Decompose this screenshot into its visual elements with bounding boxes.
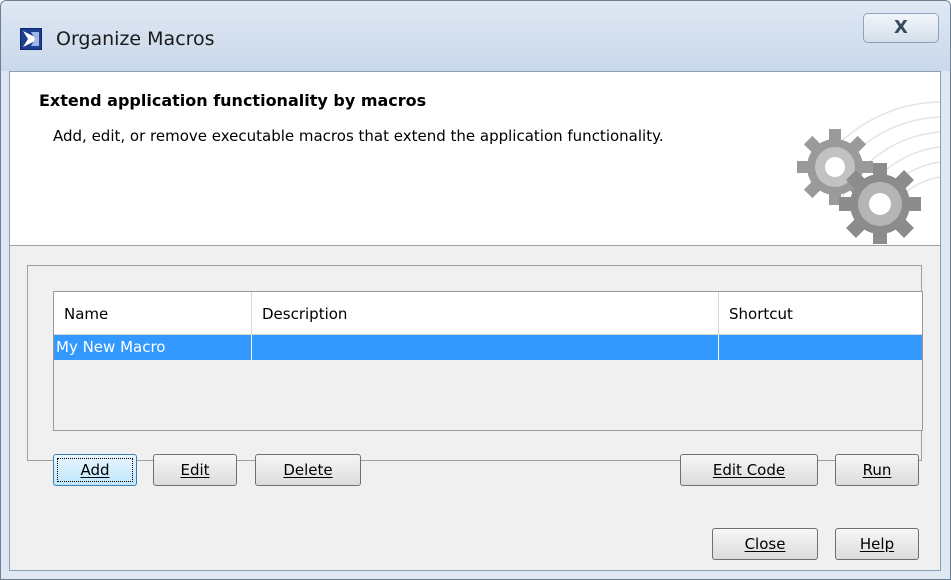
header-title: Extend application functionality by macr… <box>39 91 427 110</box>
help-button-label: Help <box>859 535 895 553</box>
close-button[interactable]: Close <box>712 528 818 560</box>
run-button[interactable]: Run <box>835 454 919 486</box>
cell-description <box>252 335 719 360</box>
edit-button-label: Edit <box>180 461 210 479</box>
organize-macros-dialog: Organize Macros X Extend application fun… <box>0 0 951 580</box>
window-close-button[interactable]: X <box>863 13 939 43</box>
dialog-body: Extend application functionality by macr… <box>9 71 941 571</box>
cell-name: My New Macro <box>54 335 252 360</box>
table-header: Name Description Shortcut <box>54 292 922 335</box>
cell-shortcut <box>719 335 922 360</box>
column-header-name[interactable]: Name <box>54 292 252 334</box>
focus-rect <box>57 458 133 482</box>
close-button-label: Close <box>744 535 786 553</box>
header-panel: Extend application functionality by macr… <box>10 72 940 246</box>
gears-icon <box>797 101 940 244</box>
edit-button[interactable]: Edit <box>153 454 237 486</box>
run-button-label: Run <box>862 461 892 479</box>
edit-code-button-label: Edit Code <box>712 461 786 479</box>
delete-button-label: Delete <box>283 461 333 479</box>
table-row[interactable]: My New Macro <box>54 335 922 360</box>
delete-button[interactable]: Delete <box>255 454 361 486</box>
column-header-shortcut[interactable]: Shortcut <box>719 292 922 334</box>
app-icon <box>20 28 42 50</box>
header-description: Add, edit, or remove executable macros t… <box>53 127 664 145</box>
edit-code-button[interactable]: Edit Code <box>680 454 818 486</box>
window-title: Organize Macros <box>56 28 215 50</box>
column-header-description[interactable]: Description <box>252 292 719 334</box>
close-icon: X <box>894 17 908 38</box>
title-bar[interactable]: Organize Macros X <box>1 1 950 71</box>
add-button[interactable]: Add <box>53 454 137 486</box>
macros-table[interactable]: Name Description Shortcut My New Macro <box>53 291 923 431</box>
help-button[interactable]: Help <box>835 528 919 560</box>
